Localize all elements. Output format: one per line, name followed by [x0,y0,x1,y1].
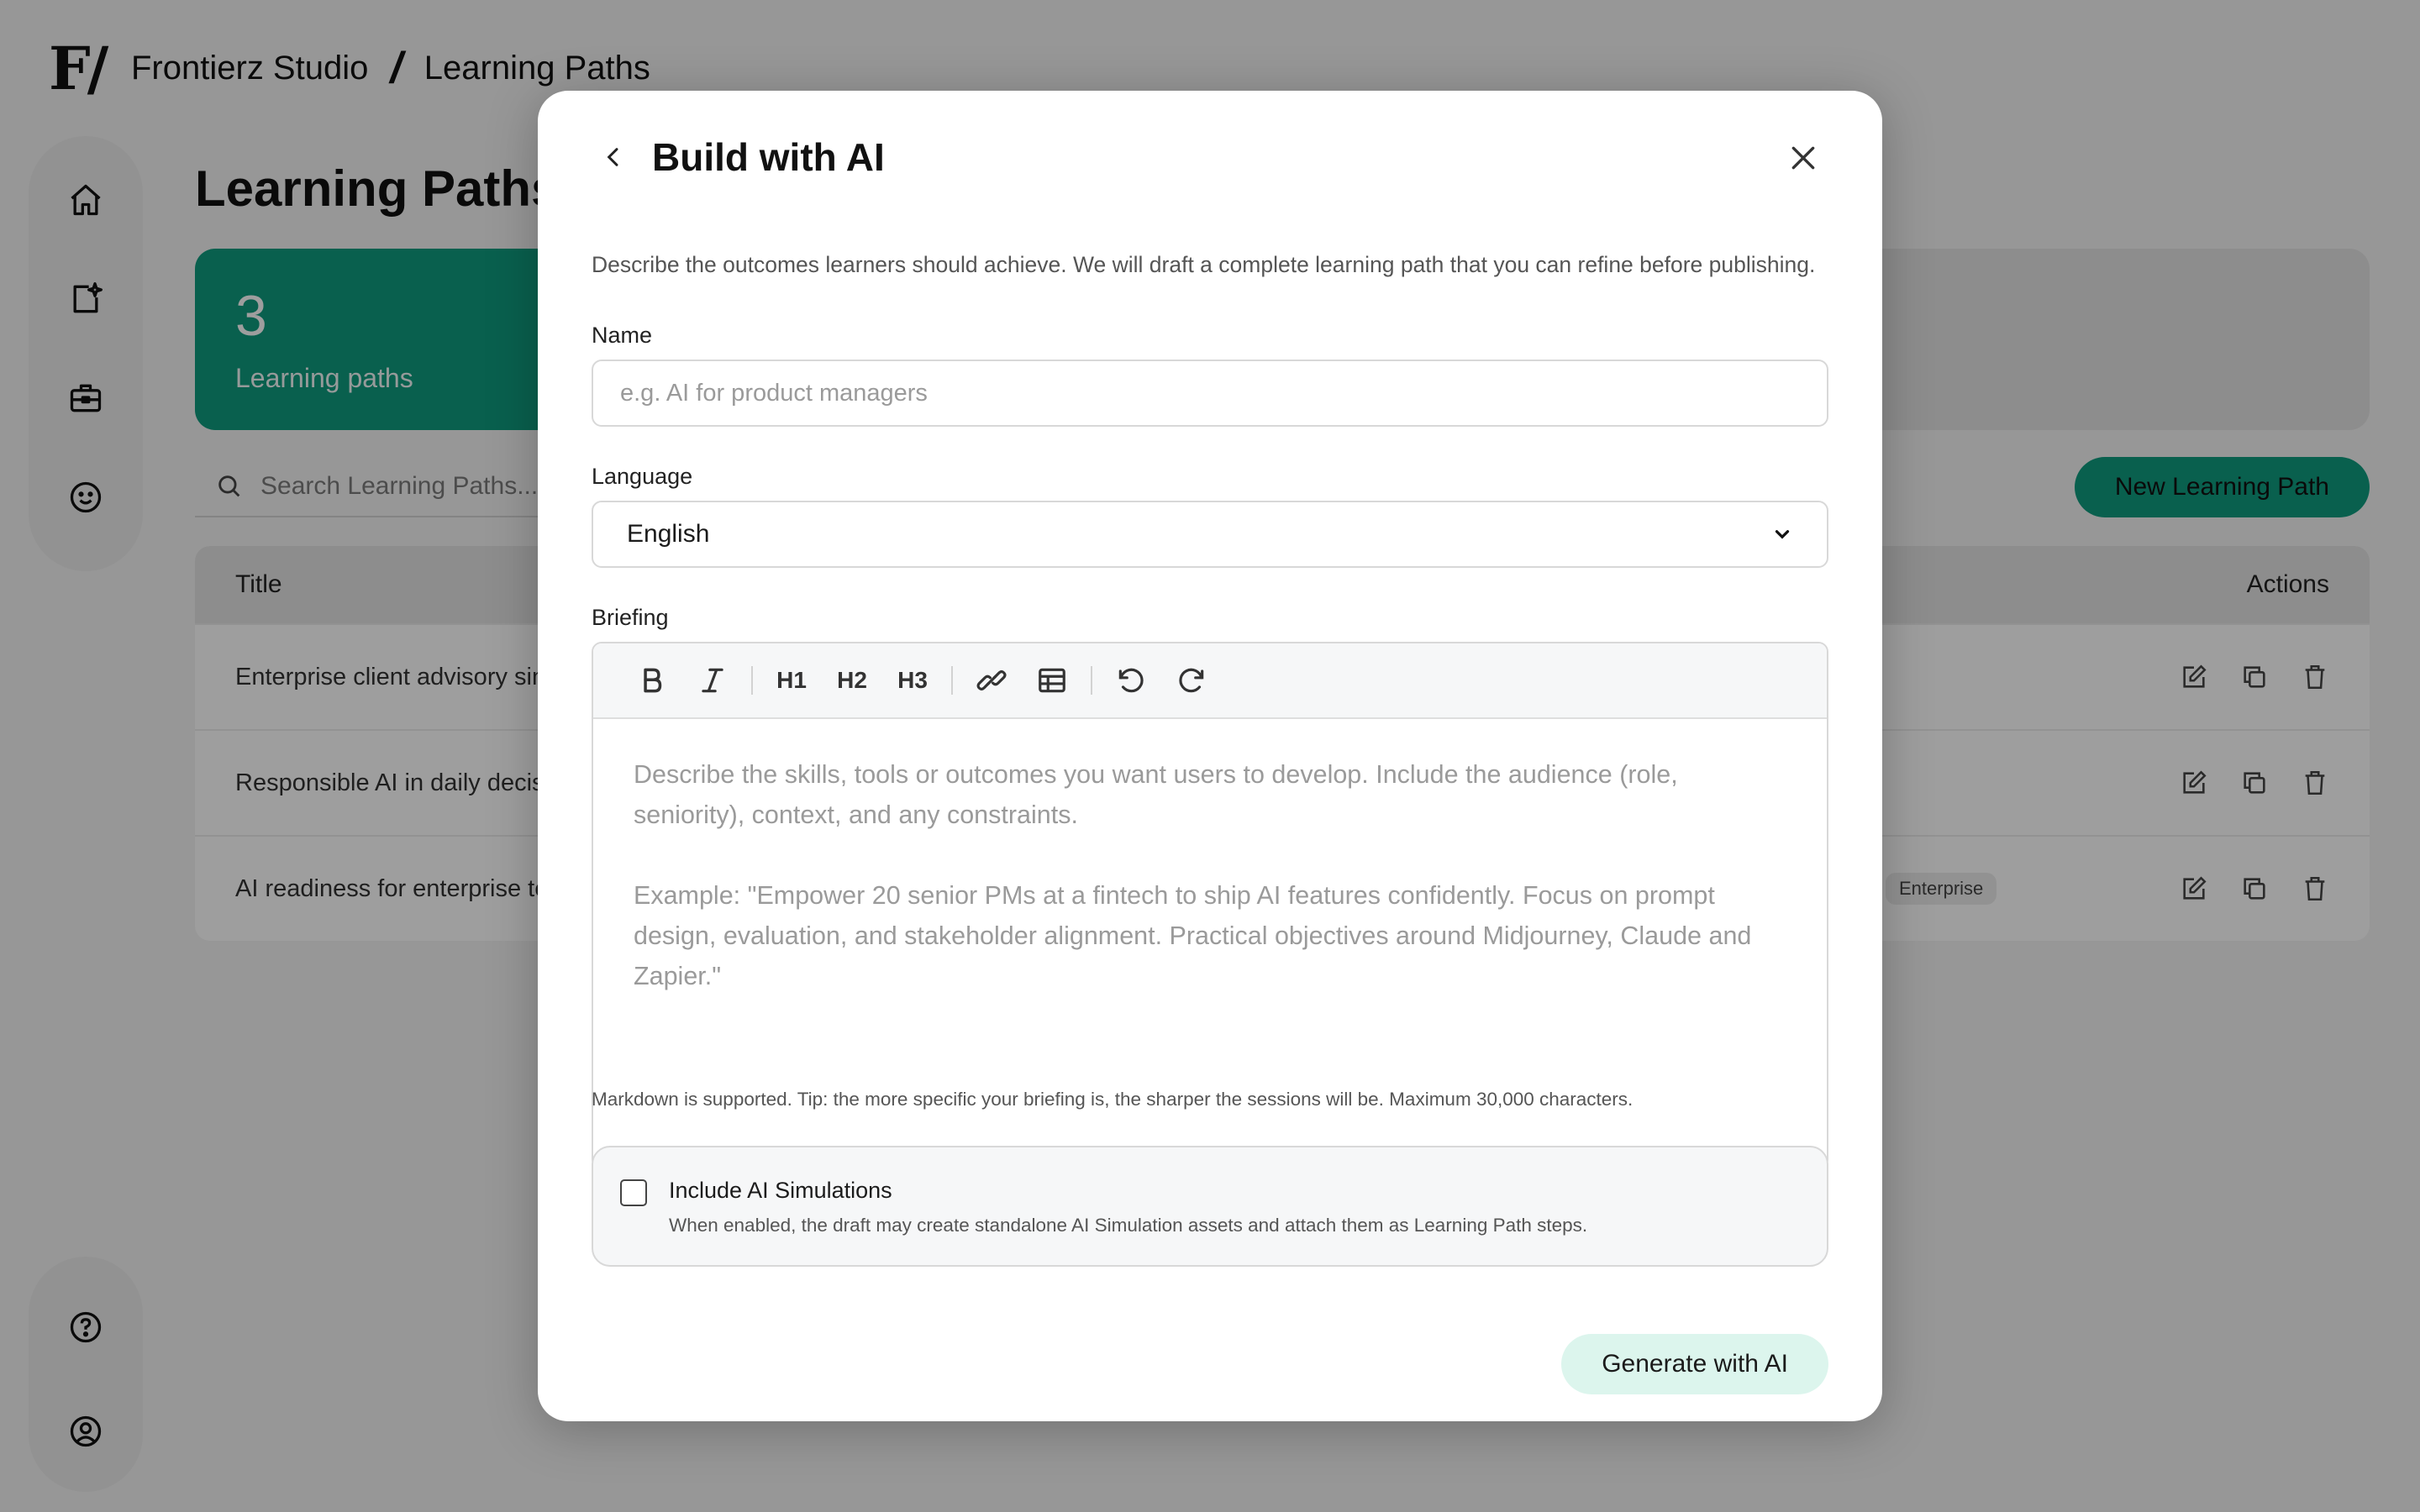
toolbar-divider [751,666,753,695]
italic-button[interactable] [682,655,743,706]
include-simulations-description: When enabled, the draft may create stand… [669,1215,1588,1236]
heading-2-button[interactable]: H2 [822,655,882,706]
language-value: English [627,520,710,548]
close-button[interactable] [1778,133,1828,183]
heading-3-button[interactable]: H3 [882,655,943,706]
briefing-placeholder-line2: Example: "Empower 20 senior PMs at a fin… [634,881,1752,990]
briefing-hint: Markdown is supported. Tip: the more spe… [592,1089,1634,1110]
table-icon [1039,668,1065,693]
bold-icon [644,668,662,693]
toolbar-divider [1091,666,1092,695]
dialog-title: Build with AI [652,135,885,179]
build-with-ai-dialog: Build with AI Describe the outcomes lear… [538,91,1882,1421]
name-label: Name [592,323,653,348]
back-button[interactable] [592,135,635,179]
generate-with-ai-button[interactable]: Generate with AI [1561,1334,1828,1394]
language-label: Language [592,464,693,489]
include-simulations-panel: Include AI Simulations When enabled, the… [592,1146,1828,1267]
dialog-description: Describe the outcomes learners should ac… [592,252,1816,277]
chevron-down-icon [1775,530,1790,539]
undo-icon [1118,668,1144,693]
briefing-placeholder-line1: Describe the skills, tools or outcomes y… [634,760,1678,829]
chevron-left-icon [607,148,618,166]
redo-button[interactable] [1161,655,1222,706]
table-button[interactable] [1022,655,1082,706]
include-simulations-label[interactable]: Include AI Simulations [669,1178,892,1204]
bold-button[interactable] [622,655,682,706]
redo-icon [1179,668,1204,693]
italic-icon [702,668,723,693]
undo-button[interactable] [1101,655,1161,706]
heading-1-button[interactable]: H1 [761,655,822,706]
include-simulations-checkbox[interactable] [620,1179,647,1206]
dialog-header: Build with AI [592,128,1828,186]
editor-toolbar: H1 H2 H3 [593,643,1827,719]
briefing-label: Briefing [592,605,669,630]
name-input[interactable] [592,360,1828,427]
briefing-textarea[interactable]: Describe the skills, tools or outcomes y… [593,719,1827,1032]
close-icon [1791,146,1815,170]
link-icon [976,670,1007,690]
toolbar-divider [951,666,953,695]
language-select[interactable]: English [592,501,1828,568]
link-button[interactable] [961,655,1022,706]
